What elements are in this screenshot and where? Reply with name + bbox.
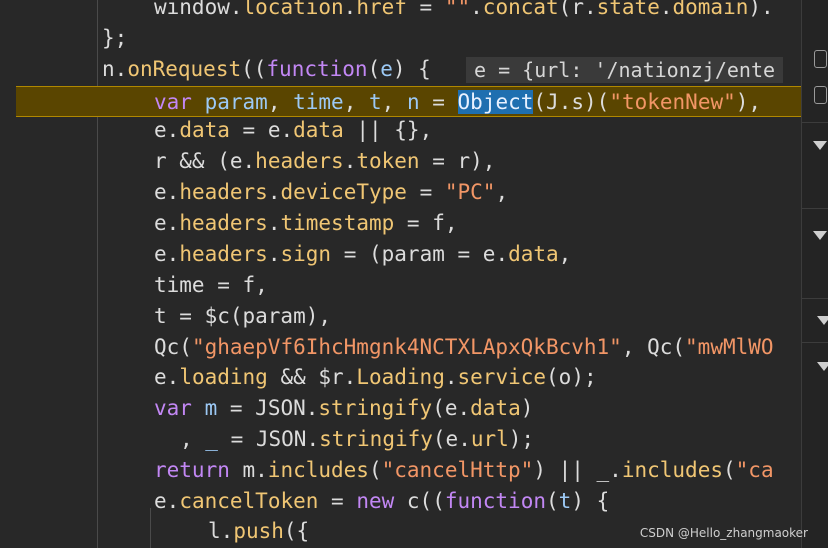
code-line[interactable]: var m = JSON.stringify(e.data)	[0, 393, 801, 424]
debugger-sidebar	[801, 0, 828, 548]
code-line[interactable]: e.headers.timestamp = f,	[0, 208, 801, 239]
code-line[interactable]: e.headers.deviceType = "PC",	[0, 177, 801, 208]
code-line[interactable]: return m.includes("cancelHttp") || _.inc…	[0, 455, 801, 486]
paused-line-highlight[interactable]: var param, time, t, n = Object(J.s)("tok…	[16, 86, 801, 117]
section-divider	[802, 298, 828, 299]
code-line[interactable]: e.cancelToken = new c((function(t) {	[0, 486, 801, 517]
code-line[interactable]: , _ = JSON.stringify(e.url);	[0, 424, 801, 455]
code-line[interactable]: time = f,	[0, 270, 801, 301]
code-line[interactable]: e.headers.sign = (param = e.data,	[0, 239, 801, 270]
code-line[interactable]: };	[0, 23, 801, 54]
section-divider	[802, 122, 828, 123]
code-editor[interactable]: window.location.href = "".concat(r.state…	[0, 0, 801, 548]
code-line[interactable]: e.loading && $r.Loading.service(o);	[0, 362, 801, 393]
code-line[interactable]: window.location.href = "".concat(r.state…	[0, 0, 801, 23]
setting-checkbox[interactable]	[814, 50, 827, 68]
code-line[interactable]: e.data = e.data || {},	[0, 115, 801, 146]
code-line[interactable]: t = $c(param),	[0, 301, 801, 332]
expand-section-icon[interactable]	[817, 316, 828, 325]
setting-checkbox[interactable]	[814, 86, 827, 104]
section-divider	[802, 342, 828, 343]
expand-section-icon[interactable]	[813, 141, 827, 150]
code-line[interactable]: r && (e.headers.token = r),	[0, 146, 801, 177]
expand-section-icon[interactable]	[817, 362, 828, 371]
selected-token[interactable]: Object	[457, 90, 534, 114]
expand-section-icon[interactable]	[813, 231, 827, 240]
inline-variable-value: e = {url: '/nationzj/ente	[466, 57, 784, 83]
code-line[interactable]: Qc("ghaepVf6IhcHmgnk4NCTXLApxQkBcvh1", Q…	[0, 332, 801, 363]
watermark: CSDN @Hello_zhangmaoker	[639, 526, 808, 540]
section-divider	[802, 208, 828, 209]
